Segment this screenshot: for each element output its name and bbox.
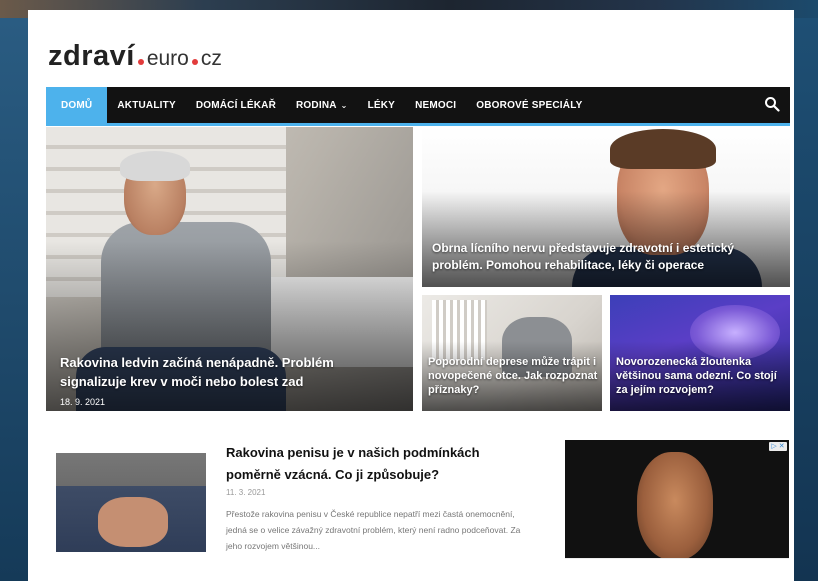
article-thumbnail-hands xyxy=(98,497,168,547)
nav-item-label: DOMÁCÍ LÉKAŘ xyxy=(195,99,277,111)
nav-item-oborove-specialy[interactable]: OBOROVÉ SPECIÁLY xyxy=(466,87,592,123)
nav-item-label: AKTUALITY xyxy=(117,99,176,111)
advertisement[interactable]: ▷ ✕ xyxy=(565,440,789,558)
logo-sub-text-cz: cz xyxy=(200,47,222,70)
ad-image-face-mask xyxy=(637,452,713,558)
article-thumbnail[interactable] xyxy=(56,442,206,552)
nav-item-rodina[interactable]: RODINA ⌄ xyxy=(286,87,358,123)
search-icon[interactable] xyxy=(764,96,780,112)
hero-article-big[interactable]: Rakovina ledvin začíná nenápadně. Problé… xyxy=(46,127,413,411)
nav-item-domu[interactable]: DOMŮ xyxy=(46,87,108,123)
tile-image-hair xyxy=(610,129,716,169)
background-left xyxy=(0,18,28,581)
hero-article-title[interactable]: Poporodní deprese může trápit i novopeče… xyxy=(428,355,598,397)
site-logo[interactable]: zdraví euro cz xyxy=(48,40,222,73)
nav-item-domaci-lekar[interactable]: DOMÁCÍ LÉKAŘ xyxy=(186,87,286,123)
nav-item-leky[interactable]: LÉKY xyxy=(358,87,405,123)
page: zdraví euro cz DOMŮ AKTUALITY DOMÁCÍ LÉK… xyxy=(28,10,794,581)
hero-article-date: 18. 9. 2021 xyxy=(60,397,106,407)
nav-item-label: NEMOCI xyxy=(415,99,457,111)
nav-item-aktuality[interactable]: AKTUALITY xyxy=(107,87,185,123)
nav-item-nemoci[interactable]: NEMOCI xyxy=(405,87,466,123)
hero-article-bottom-right[interactable]: Novorozenecká žloutenka většinou sama od… xyxy=(610,295,790,411)
hero-article-bottom-left[interactable]: Poporodní deprese může trápit i novopeče… xyxy=(422,295,602,411)
nav-item-label: RODINA xyxy=(296,99,337,111)
article-date: 11. 3. 2021 xyxy=(226,488,266,497)
article-excerpt: Přestože rakovina penisu v České republi… xyxy=(226,509,521,551)
logo-dot xyxy=(137,59,144,65)
logo-main-text: zdraví xyxy=(48,40,135,72)
logo-sub-text-euro: euro xyxy=(146,47,189,70)
nav-item-label: DOMŮ xyxy=(61,99,93,111)
hero-article-title[interactable]: Rakovina ledvin začíná nenápadně. Problé… xyxy=(60,353,390,391)
background-right xyxy=(794,18,818,581)
hero-article-title[interactable]: Obrna lícního nervu představuje zdravotn… xyxy=(432,240,772,274)
article-title[interactable]: Rakovina penisu je v našich podmínkách p… xyxy=(226,442,526,486)
ad-footer xyxy=(565,558,789,581)
nav-accent-bar xyxy=(46,123,790,126)
nav-item-label: OBOROVÉ SPECIÁLY xyxy=(476,99,583,111)
main-navigation: DOMŮ AKTUALITY DOMÁCÍ LÉKAŘ RODINA ⌄ LÉK… xyxy=(46,87,790,123)
hero-image-hair xyxy=(120,151,190,181)
hero-article-top-right[interactable]: Obrna lícního nervu představuje zdravotn… xyxy=(422,127,790,287)
nav-item-label: LÉKY xyxy=(367,99,396,111)
hero-article-title[interactable]: Novorozenecká žloutenka většinou sama od… xyxy=(616,355,786,397)
chevron-down-icon: ⌄ xyxy=(340,100,348,110)
ad-choices-icon[interactable]: ▷ ✕ xyxy=(769,442,787,451)
logo-dot xyxy=(191,59,198,65)
